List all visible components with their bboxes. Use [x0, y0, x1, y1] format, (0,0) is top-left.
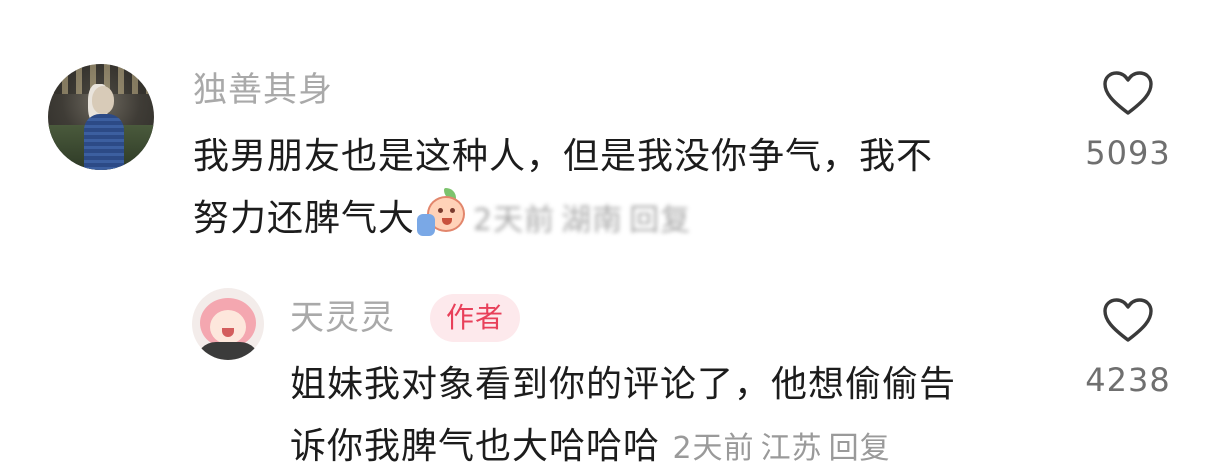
avatar[interactable]	[192, 288, 264, 360]
comment-meta: 2天前 湖南 回复	[473, 203, 697, 238]
avatar[interactable]	[48, 64, 154, 170]
heart-icon[interactable]	[1102, 70, 1154, 116]
comment-username[interactable]: 独善其身	[193, 70, 333, 110]
comment-meta: 2天前 江苏 回复	[672, 431, 896, 466]
like-count: 5093	[1085, 134, 1171, 172]
comment-text-line: 姐妹我对象看到你的评论了，他想偷偷告	[290, 364, 957, 405]
like-count: 4238	[1085, 361, 1171, 399]
like-control[interactable]: 4238	[1073, 297, 1183, 399]
comment-time: 2天前	[672, 431, 755, 466]
comment-time: 2天前	[473, 203, 556, 238]
reply-button[interactable]: 回复	[829, 431, 891, 466]
crying-peach-emoji-icon	[417, 188, 469, 238]
comment-text: 姐妹我对象看到你的评论了，他想偷偷告 诉你我脾气也大哈哈哈 2天前 江苏 回复	[290, 354, 1050, 476]
comment-username[interactable]: 天灵灵	[290, 298, 395, 338]
heart-icon[interactable]	[1102, 297, 1154, 343]
comment-text-line: 努力还脾气大	[193, 198, 416, 239]
comment-text-line: 我男朋友也是这种人，但是我没你争气，我不	[193, 136, 934, 177]
comment-section: 独善其身 我男朋友也是这种人，但是我没你争气，我不 努力还脾气大 2天前 湖南 回复…	[0, 0, 1206, 476]
comment-text-line: 诉你我脾气也大哈哈哈	[290, 426, 661, 467]
comment-text: 我男朋友也是这种人，但是我没你争气，我不 努力还脾气大 2天前 湖南 回复	[193, 126, 1043, 252]
comment-location: 江苏	[760, 431, 823, 466]
comment-location: 湖南	[561, 203, 624, 238]
like-control[interactable]: 5093	[1073, 70, 1183, 172]
author-badge: 作者	[430, 294, 521, 342]
reply-button[interactable]: 回复	[629, 203, 691, 238]
